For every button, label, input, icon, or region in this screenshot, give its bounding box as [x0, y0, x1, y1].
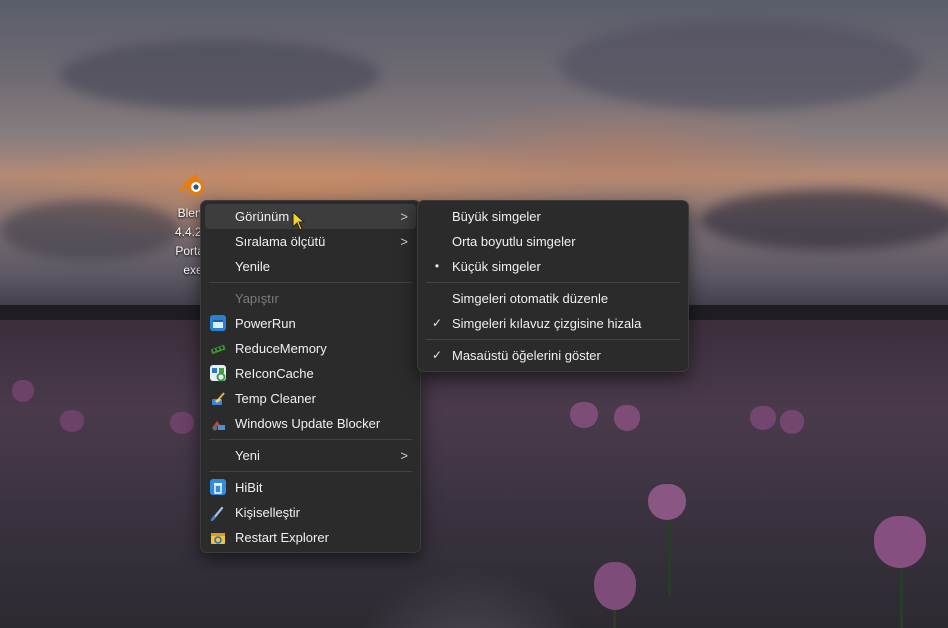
menu-item-label: ReduceMemory [235, 341, 327, 356]
reiconcache-icon [210, 365, 226, 382]
tulip [614, 405, 640, 431]
menu-item-label: Kişiselleştir [235, 505, 301, 520]
menu-item-label: Sıralama ölçütü [235, 234, 326, 249]
menu-item-label: Temp Cleaner [235, 391, 316, 406]
menu-item-label: ReIconCache [235, 366, 314, 381]
submenu-item-show-desktop-icons[interactable]: ✓ Masaüstü öğelerini göster [422, 343, 684, 368]
submenu-item-medium-icons[interactable]: Orta boyutlu simgeler [422, 229, 684, 254]
cloud [700, 190, 948, 250]
broom-icon [210, 390, 226, 406]
tulip [874, 516, 926, 568]
cloud [560, 20, 920, 110]
menu-item-restart-explorer[interactable]: Restart Explorer [205, 525, 416, 550]
cloud [0, 200, 180, 260]
submenu-item-large-icons[interactable]: Büyük simgeler [422, 204, 684, 229]
tulip [60, 410, 84, 432]
menu-item-view[interactable]: Görünüm > [205, 204, 416, 229]
desktop-context-menu: Görünüm > Sıralama ölçütü > Yenile Yapış… [200, 200, 421, 553]
menu-item-label: PowerRun [235, 316, 296, 331]
cloud [60, 40, 380, 110]
menu-item-paste: Yapıştır [205, 286, 416, 311]
menu-separator [426, 282, 680, 283]
submenu-item-label: Büyük simgeler [452, 209, 541, 224]
submenu-item-align-to-grid[interactable]: ✓ Simgeleri kılavuz çizgisine hizala [422, 311, 684, 336]
menu-item-label: Restart Explorer [235, 530, 329, 545]
menu-separator [209, 439, 412, 440]
menu-item-label: Windows Update Blocker [235, 416, 381, 431]
hibit-icon [210, 479, 226, 495]
tulip-stem [900, 560, 903, 628]
tulip-stem [668, 515, 671, 595]
checkmark-icon: ✓ [431, 348, 443, 362]
menu-item-hibit[interactable]: HiBit [205, 475, 416, 500]
submenu-item-label: Orta boyutlu simgeler [452, 234, 576, 249]
restart-explorer-icon [210, 529, 226, 545]
menu-separator [209, 471, 412, 472]
menu-item-windows-update-blocker[interactable]: Windows Update Blocker [205, 411, 416, 436]
menu-separator [426, 339, 680, 340]
tulip [594, 562, 636, 610]
checkmark-icon: ✓ [431, 316, 443, 330]
menu-item-new[interactable]: Yeni > [205, 443, 416, 468]
menu-item-refresh[interactable]: Yenile [205, 254, 416, 279]
menu-item-powerrun[interactable]: PowerRun [205, 311, 416, 336]
menu-item-temp-cleaner[interactable]: Temp Cleaner [205, 386, 416, 411]
update-blocker-icon [210, 415, 226, 431]
tulip [12, 380, 34, 402]
tulip [170, 412, 194, 434]
submenu-item-label: Küçük simgeler [452, 259, 541, 274]
menu-item-label: Yenile [235, 259, 270, 274]
menu-item-sort-by[interactable]: Sıralama ölçütü > [205, 229, 416, 254]
blender-icon [177, 170, 209, 202]
chevron-right-icon: > [400, 209, 408, 224]
brush-icon [210, 504, 226, 522]
submenu-item-label: Simgeleri otomatik düzenle [452, 291, 609, 306]
menu-item-label: Yapıştır [235, 291, 279, 306]
memory-chip-icon [210, 340, 226, 356]
tulip [780, 410, 804, 434]
chevron-right-icon: > [400, 234, 408, 249]
radio-dot-icon: • [434, 259, 440, 273]
submenu-item-small-icons[interactable]: • Küçük simgeler [422, 254, 684, 279]
menu-item-reducememory[interactable]: ReduceMemory [205, 336, 416, 361]
menu-item-reiconcache[interactable]: ReIconCache [205, 361, 416, 386]
view-submenu: Büyük simgeler Orta boyutlu simgeler • K… [417, 200, 689, 372]
submenu-item-auto-arrange[interactable]: Simgeleri otomatik düzenle [422, 286, 684, 311]
powerrun-icon [210, 315, 226, 331]
submenu-item-label: Simgeleri kılavuz çizgisine hizala [452, 316, 642, 331]
tulip [648, 484, 686, 520]
menu-separator [209, 282, 412, 283]
tulip [750, 406, 776, 430]
chevron-right-icon: > [400, 448, 408, 463]
menu-item-label: HiBit [235, 480, 263, 495]
menu-item-label: Yeni [235, 448, 260, 463]
submenu-item-label: Masaüstü öğelerini göster [452, 348, 601, 363]
menu-item-personalize[interactable]: Kişiselleştir [205, 500, 416, 525]
menu-item-label: Görünüm [235, 209, 290, 224]
tulip [570, 402, 598, 428]
